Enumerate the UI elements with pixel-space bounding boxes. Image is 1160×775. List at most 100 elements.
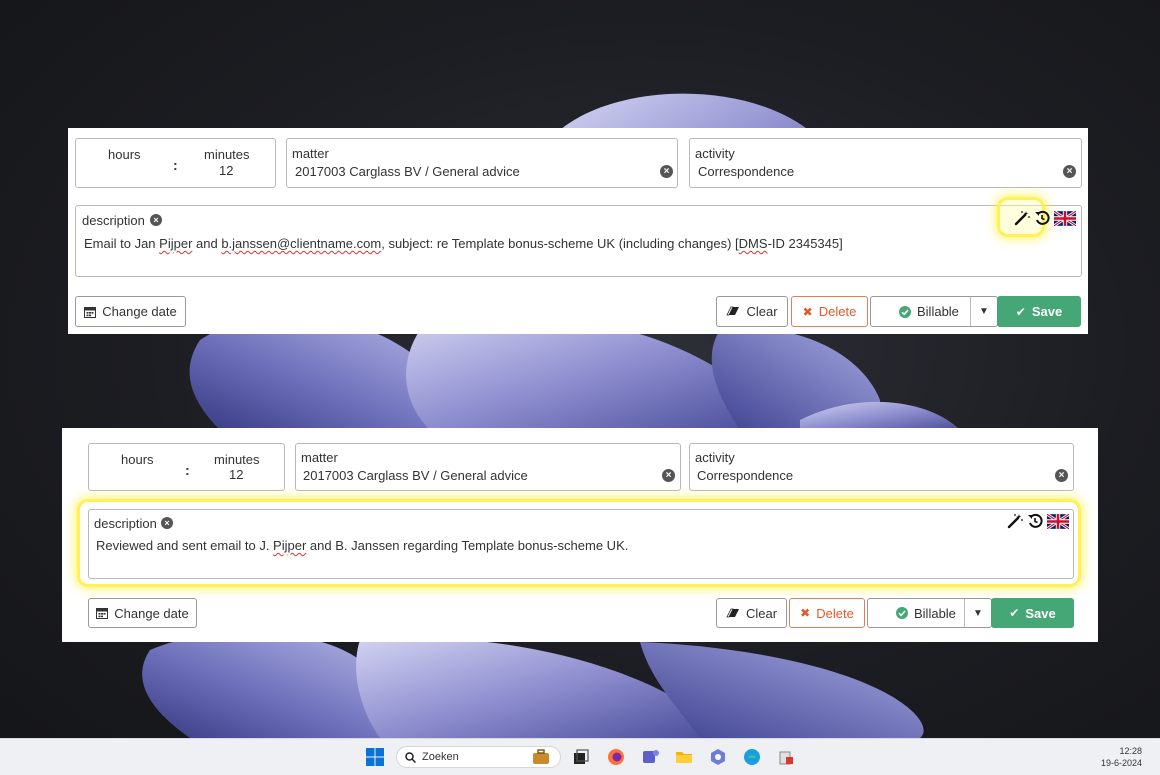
description-label: description <box>94 516 157 531</box>
description-text-part: and <box>192 236 222 251</box>
billable-label: Billable <box>917 304 959 319</box>
check-icon: ✔ <box>1015 304 1026 319</box>
description-field[interactable]: description × Email to Jan Pijper and b.… <box>75 200 1082 277</box>
delete-button[interactable]: ✖ Delete <box>789 598 865 628</box>
check-circle-icon <box>899 305 911 318</box>
eraser-icon <box>726 306 740 316</box>
taskbar: Zoeken 12:28 19-6-2024 <box>0 738 1160 775</box>
hours-label: hours <box>108 147 141 162</box>
duration-separator: : <box>173 157 178 173</box>
duration-separator: : <box>185 462 190 478</box>
calendar-icon <box>84 306 97 318</box>
change-date-label: Change date <box>114 605 189 621</box>
undo-icon[interactable] <box>1034 210 1050 226</box>
save-button[interactable]: ✔ Save <box>991 598 1074 628</box>
undo-icon[interactable] <box>1027 513 1043 529</box>
description-text[interactable]: Reviewed and sent email to J. Pijper and… <box>96 538 628 553</box>
description-text-part: -ID 2345345] <box>767 236 843 251</box>
times-icon: ✖ <box>800 606 811 620</box>
teams-icon[interactable] <box>642 748 660 766</box>
time-entry-panel-bottom: hours : minutes 12 matter 2017003 Cargla… <box>62 428 1098 642</box>
save-label: Save <box>1031 304 1063 319</box>
firefox-icon[interactable] <box>607 748 625 766</box>
clear-button[interactable]: Clear <box>716 598 787 628</box>
activity-value[interactable]: Correspondence <box>698 164 794 179</box>
search-icon <box>405 751 416 763</box>
calendar-icon <box>96 608 109 619</box>
task-view-icon[interactable] <box>572 748 590 766</box>
minutes-value[interactable]: 12 <box>219 163 233 178</box>
billable-label: Billable <box>914 605 956 621</box>
duration-field[interactable]: hours : minutes 12 <box>75 138 276 188</box>
file-explorer-icon[interactable] <box>675 748 693 766</box>
matter-label: matter <box>301 450 338 465</box>
delete-label: Delete <box>818 304 857 319</box>
description-text-part: Reviewed and sent email to J. <box>96 538 274 553</box>
clear-button[interactable]: Clear <box>716 296 788 327</box>
dropdown-divider <box>964 599 965 627</box>
times-icon: ✖ <box>802 304 813 319</box>
minutes-label: minutes <box>204 147 250 162</box>
misspelled-word: b.janssen@clientname.com <box>221 236 382 251</box>
chevron-down-icon[interactable]: ▼ <box>973 608 983 619</box>
activity-label: activity <box>695 146 735 161</box>
billable-dropdown[interactable]: Billable ▼ <box>870 296 998 327</box>
misspelled-word: Pijper <box>273 538 307 553</box>
uk-flag-icon[interactable] <box>1054 210 1076 226</box>
save-button[interactable]: ✔ Save <box>997 296 1081 327</box>
time-entry-panel-top: hours : minutes 12 matter 2017003 Cargla… <box>68 128 1088 334</box>
clear-activity-icon[interactable]: × <box>1063 165 1076 178</box>
misspelled-word: DMS <box>738 236 768 251</box>
clear-description-icon[interactable]: × <box>150 214 162 226</box>
activity-label: activity <box>695 450 735 465</box>
chevron-down-icon[interactable]: ▼ <box>979 306 989 317</box>
clear-label: Clear <box>745 605 778 621</box>
activity-value[interactable]: Correspondence <box>697 468 793 483</box>
save-label: Save <box>1025 605 1056 621</box>
eraser-icon <box>726 608 739 617</box>
billable-dropdown[interactable]: Billable ▼ <box>867 598 992 628</box>
minutes-label: minutes <box>214 452 260 467</box>
minutes-value[interactable]: 12 <box>229 467 243 482</box>
change-date-label: Change date <box>102 304 177 319</box>
clock-date: 19-6-2024 <box>1100 758 1142 768</box>
check-icon: ✔ <box>1009 606 1020 620</box>
description-tools <box>1007 513 1069 529</box>
change-date-button[interactable]: Change date <box>75 296 186 327</box>
clear-label: Clear <box>746 304 778 319</box>
matter-field[interactable]: matter 2017003 Carglass BV / General adv… <box>295 443 681 491</box>
misspelled-word: Pijper <box>159 236 193 251</box>
hours-label: hours <box>121 452 154 467</box>
matter-value[interactable]: 2017003 Carglass BV / General advice <box>303 468 528 483</box>
copilot-icon[interactable] <box>709 748 727 766</box>
dropdown-divider <box>970 297 971 326</box>
uk-flag-icon[interactable] <box>1047 513 1069 529</box>
clear-matter-icon[interactable]: × <box>660 165 673 178</box>
matter-value[interactable]: 2017003 Carglass BV / General advice <box>295 164 520 179</box>
briefcase-icon[interactable] <box>532 748 550 766</box>
description-text[interactable]: Email to Jan Pijper and b.janssen@client… <box>84 236 843 251</box>
description-label: description <box>82 213 145 228</box>
clear-description-icon[interactable]: × <box>161 517 173 529</box>
edge-icon[interactable] <box>743 748 761 766</box>
activity-field[interactable]: activity Correspondence × <box>689 138 1082 188</box>
clock-time: 12:28 <box>1119 746 1142 756</box>
matter-field[interactable]: matter 2017003 Carglass BV / General adv… <box>286 138 678 188</box>
delete-button[interactable]: ✖ Delete <box>791 296 868 327</box>
description-text-part: and B. Janssen regarding Template bonus-… <box>306 538 629 553</box>
duration-field[interactable]: hours : minutes 12 <box>88 443 285 491</box>
windows-start-icon[interactable] <box>366 748 384 766</box>
description-text-part: Email to Jan <box>84 236 160 251</box>
description-text-part: , subject: re Template bonus-scheme UK (… <box>381 236 739 251</box>
matter-label: matter <box>292 146 329 161</box>
system-clock[interactable]: 12:28 19-6-2024 <box>1101 745 1142 769</box>
change-date-button[interactable]: Change date <box>88 598 197 628</box>
clear-activity-icon[interactable]: × <box>1055 469 1068 482</box>
activity-field[interactable]: activity Correspondence × <box>689 443 1074 491</box>
app-icon[interactable] <box>777 748 795 766</box>
magic-wand-icon[interactable] <box>1014 210 1030 226</box>
magic-wand-icon[interactable] <box>1007 513 1023 529</box>
description-field[interactable]: description × Reviewed and sent email to… <box>88 509 1074 579</box>
description-tools <box>1014 210 1076 226</box>
clear-matter-icon[interactable]: × <box>662 469 675 482</box>
